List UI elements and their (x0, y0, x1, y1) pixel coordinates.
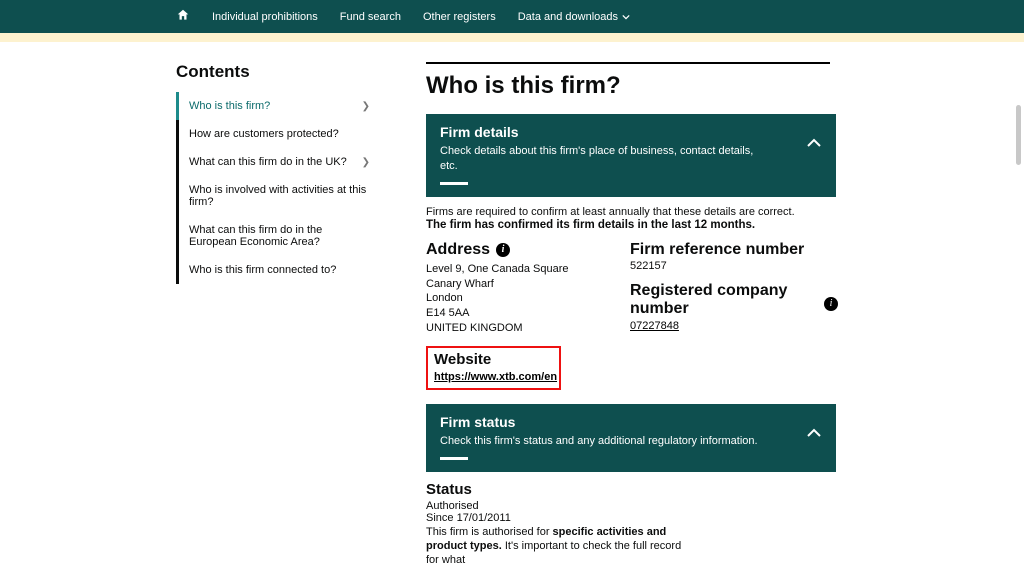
sidebar-item[interactable]: How are customers protected? (176, 120, 376, 148)
sidebar-item[interactable]: What can this firm do in the European Ec… (176, 216, 376, 256)
address-line: Canary Wharf (426, 277, 606, 292)
chevron-right-icon: ❯ (362, 157, 370, 168)
chevron-up-icon (806, 428, 822, 438)
panel-underline (440, 182, 468, 185)
panel-firm-details-desc: Check details about this firm's place of… (440, 144, 760, 174)
scrollbar-thumb[interactable] (1016, 105, 1021, 165)
auth-pre: This firm is authorised for (426, 526, 553, 538)
website-link[interactable]: https://www.xtb.com/en (434, 371, 557, 383)
sidebar-item[interactable]: What can this firm do in the UK? ❯ (176, 148, 376, 176)
nav-item-data-downloads[interactable]: Data and downloads (518, 11, 630, 23)
confirm-note: The firm has confirmed its firm details … (426, 219, 836, 231)
sidebar-item-label: Who is this firm connected to? (189, 264, 336, 276)
main-content: Who is this firm? Firm details Check det… (426, 62, 836, 568)
top-nav: Individual prohibitions Fund search Othe… (0, 0, 1024, 33)
sidebar-item[interactable]: Who is involved with activities at this … (176, 176, 376, 216)
sidebar-item[interactable]: Who is this firm? ❯ (176, 92, 376, 120)
panel-firm-details[interactable]: Firm details Check details about this fi… (426, 114, 836, 197)
info-icon[interactable]: i (496, 243, 510, 257)
sidebar-item-label: What can this firm do in the European Ec… (189, 224, 370, 248)
panel-underline (440, 457, 468, 460)
sidebar-item-label: Who is involved with activities at this … (189, 184, 370, 208)
sidebar-heading: Contents (176, 62, 376, 82)
frn-heading: Firm reference number (630, 241, 836, 259)
info-icon[interactable]: i (824, 297, 838, 311)
required-note: Firms are required to confirm at least a… (426, 206, 836, 218)
nav-item-fund-search[interactable]: Fund search (340, 11, 401, 23)
page-title: Who is this firm? (426, 72, 836, 100)
panel-firm-status-title: Firm status (440, 414, 822, 430)
sidebar: Contents Who is this firm? ❯ How are custo… (176, 62, 376, 568)
status-auth-text: This firm is authorised for specific act… (426, 525, 696, 568)
home-icon[interactable] (176, 8, 190, 25)
chevron-up-icon (806, 138, 822, 148)
sidebar-item-label: Who is this firm? (189, 100, 270, 112)
panel-firm-details-title: Firm details (440, 124, 822, 140)
notice-bar (0, 33, 1024, 42)
sidebar-item-label: How are customers protected? (189, 128, 339, 140)
status-since: Since 17/01/2011 (426, 512, 836, 524)
sidebar-item-label: What can this firm do in the UK? (189, 156, 347, 168)
nav-item-data-downloads-label: Data and downloads (518, 11, 618, 23)
address-line: UNITED KINGDOM (426, 321, 606, 336)
status-heading: Status (426, 481, 836, 498)
frn-value: 522157 (630, 260, 836, 272)
rcn-heading: Registered company number (630, 282, 836, 317)
chevron-right-icon: ❯ (362, 101, 370, 112)
address-heading: Address i (426, 241, 606, 259)
status-value: Authorised (426, 500, 836, 512)
address-line: London (426, 291, 606, 306)
sidebar-item[interactable]: Who is this firm connected to? (176, 256, 376, 284)
heading-rule (426, 62, 830, 64)
address-value: Level 9, One Canada SquareCanary WharfLo… (426, 262, 606, 336)
panel-firm-status-desc: Check this firm's status and any additio… (440, 434, 760, 449)
address-line: Level 9, One Canada Square (426, 262, 606, 277)
rcn-value[interactable]: 07227848 (630, 320, 679, 332)
website-highlight: Website https://www.xtb.com/en (426, 346, 561, 390)
panel-firm-status[interactable]: Firm status Check this firm's status and… (426, 404, 836, 472)
address-label: Address (426, 241, 490, 259)
website-heading: Website (434, 351, 553, 368)
nav-item-individual-prohibitions[interactable]: Individual prohibitions (212, 11, 318, 23)
address-line: E14 5AA (426, 306, 606, 321)
chevron-down-icon (622, 13, 630, 21)
nav-item-other-registers[interactable]: Other registers (423, 11, 496, 23)
